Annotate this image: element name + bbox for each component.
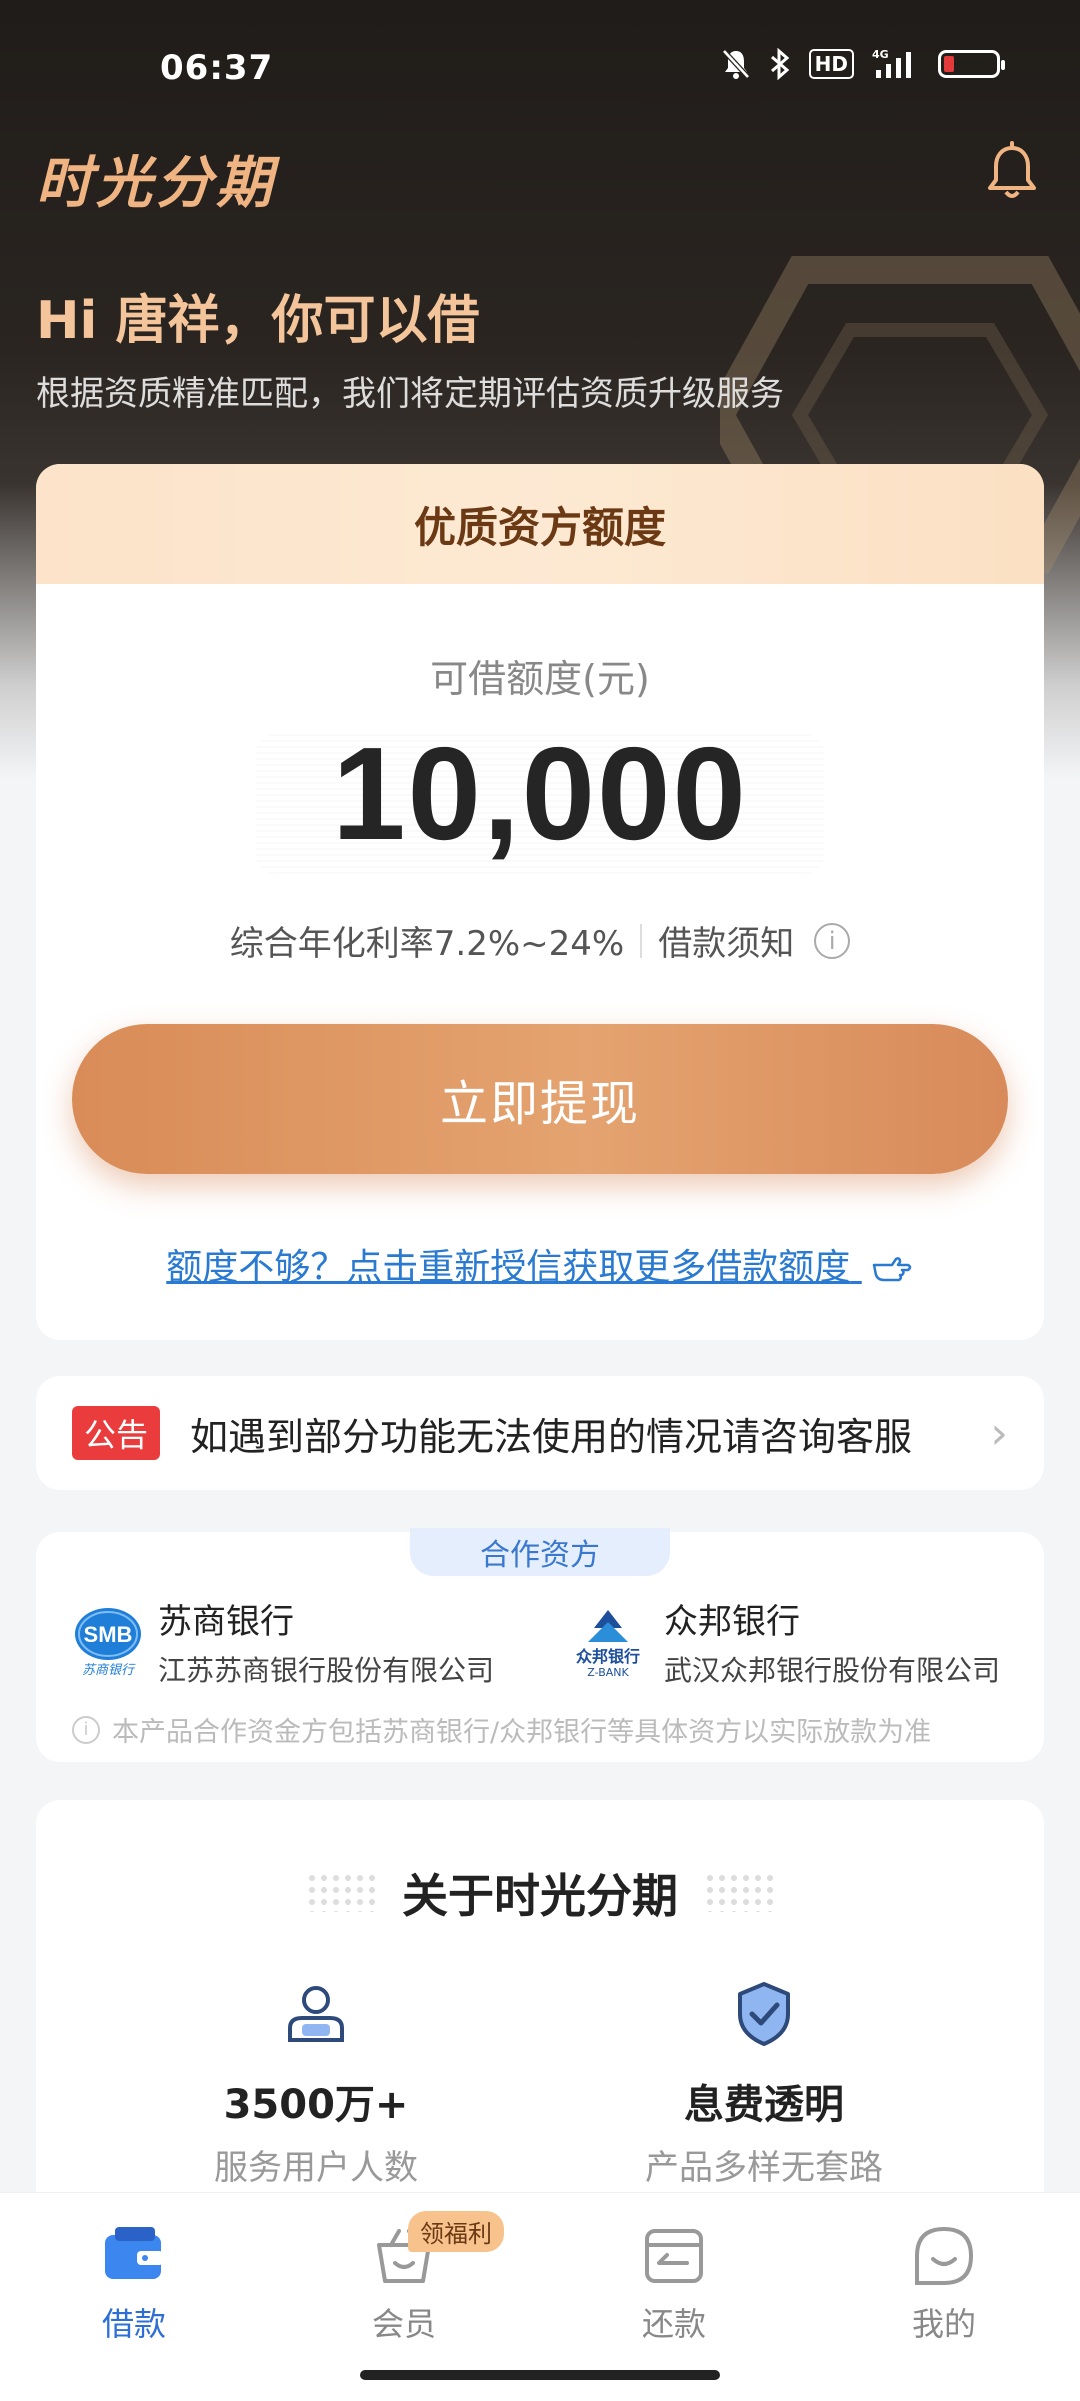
info-icon[interactable]: i [814,922,851,959]
about-title: 关于时光分期 [402,1869,678,1923]
feature-value: 3500万+ [223,2082,409,2128]
tab-label: 我的 [911,2305,976,2343]
quota-label: 可借额度(元) [430,657,650,701]
loan-notice-link[interactable]: 借款须知 [658,916,794,965]
annual-rate: 综合年化利率7.2%~24% [229,924,625,964]
svg-text:4G: 4G [872,48,889,61]
announcement-badge: 公告 [72,1406,161,1460]
divider [640,923,643,958]
wallet-icon [105,2227,163,2279]
welfare-badge[interactable]: 领福利 [408,2211,504,2252]
partners-note: i 本产品合作资金方包括苏商银行/众邦银行等具体资方以实际放款为准 [72,1710,931,1749]
svg-text:Z-BANK: Z-BANK [587,1666,629,1678]
quota-card-title: 优质资方额度 [36,464,1044,584]
status-icons: HD 4G [721,48,1005,80]
info-icon: i [72,1715,100,1744]
signal-icon: 4G [872,48,911,78]
feature-description: 服务用户人数 [214,2148,418,2188]
bell-off-icon [721,49,750,79]
partners-card: 合作资方 SMB 苏商银行 苏商银行 江苏苏商银行股份有限公司 众邦银行 Z-B… [36,1528,1044,1762]
tab-label: 借款 [101,2305,166,2343]
svg-text:苏商银行: 苏商银行 [82,1663,136,1678]
tab-loan[interactable]: 借款 [34,2223,234,2345]
pointing-hand-icon [872,1257,911,1282]
hd-icon: HD [808,49,854,79]
svg-text:众邦银行: 众邦银行 [576,1647,640,1666]
partners-note-text: 本产品合作资金方包括苏商银行/众邦银行等具体资方以实际放款为准 [112,1717,932,1748]
about-card: 关于时光分期 3500万+ 服务用户人数 息费透明 产品多样无套路 [36,1800,1044,2220]
tab-label: 会员 [371,2305,436,2343]
feature-value: 息费透明 [684,2082,844,2128]
quota-card: 优质资方额度 可借额度(元) 10,000 综合年化利率7.2%~24% 借款须… [36,464,1044,1340]
partner-zhongbang-bank: 众邦银行 Z-BANK 众邦银行 武汉众邦银行股份有限公司 [566,1594,1000,1689]
status-bar: 06:37 HD 4G [0,0,1080,140]
feature-description: 产品多样无套路 [645,2148,883,2188]
tab-repay[interactable]: 还款 [574,2223,774,2345]
announcement-text: 如遇到部分功能无法使用的情况请咨询客服 [190,1414,913,1459]
greeting: Hi 唐祥，你可以借 [36,291,480,351]
bluetooth-icon [770,48,789,80]
rate-row: 综合年化利率7.2%~24% 借款须知 i [36,916,1044,965]
greeting-subtitle: 根据资质精准匹配，我们将定期评估资质升级服务 [36,374,784,414]
partners-tab-label: 合作资方 [410,1528,670,1576]
zbank-logo-icon: 众邦银行 Z-BANK [576,1609,640,1678]
bell-icon[interactable] [982,140,1042,202]
reapply-credit-link[interactable]: 额度不够？点击重新授信获取更多借款额度 [36,1238,1044,1290]
svg-text:SMB: SMB [84,1622,133,1647]
battery-low-icon [938,50,1005,78]
partner-suzhou-bank: SMB 苏商银行 苏商银行 江苏苏商银行股份有限公司 [72,1594,494,1689]
feature-users: 3500万+ 服务用户人数 [116,1978,516,2189]
announcement-bar[interactable]: 公告 如遇到部分功能无法使用的情况请咨询客服 › [36,1376,1044,1490]
dots-decoration [704,1872,774,1912]
user-icon [288,1986,344,2042]
partner-name: 苏商银行 [158,1602,294,1642]
withdraw-button[interactable]: 立即提现 [72,1024,1008,1174]
shield-check-icon [738,1982,790,2046]
card-icon [645,2229,703,2283]
partner-corp: 江苏苏商银行股份有限公司 [158,1654,495,1687]
feature-transparent-fees: 息费透明 产品多样无套路 [564,1978,964,2189]
partner-name: 众邦银行 [664,1602,800,1642]
tab-mine[interactable]: 我的 [844,2223,1044,2345]
status-time: 06:37 [160,48,274,88]
chevron-right-icon: › [990,1407,1008,1459]
tab-label: 还款 [641,2305,706,2343]
quota-amount: 10,000 [332,720,748,867]
smile-icon [915,2226,974,2285]
app-title: 时光分期 [36,151,276,216]
reapply-link-text[interactable]: 额度不够？点击重新授信获取更多借款额度 [166,1247,850,1288]
partner-corp: 武汉众邦银行股份有限公司 [664,1654,1001,1687]
home-indicator[interactable] [360,2370,720,2380]
smb-logo-icon: SMB 苏商银行 [75,1607,141,1678]
